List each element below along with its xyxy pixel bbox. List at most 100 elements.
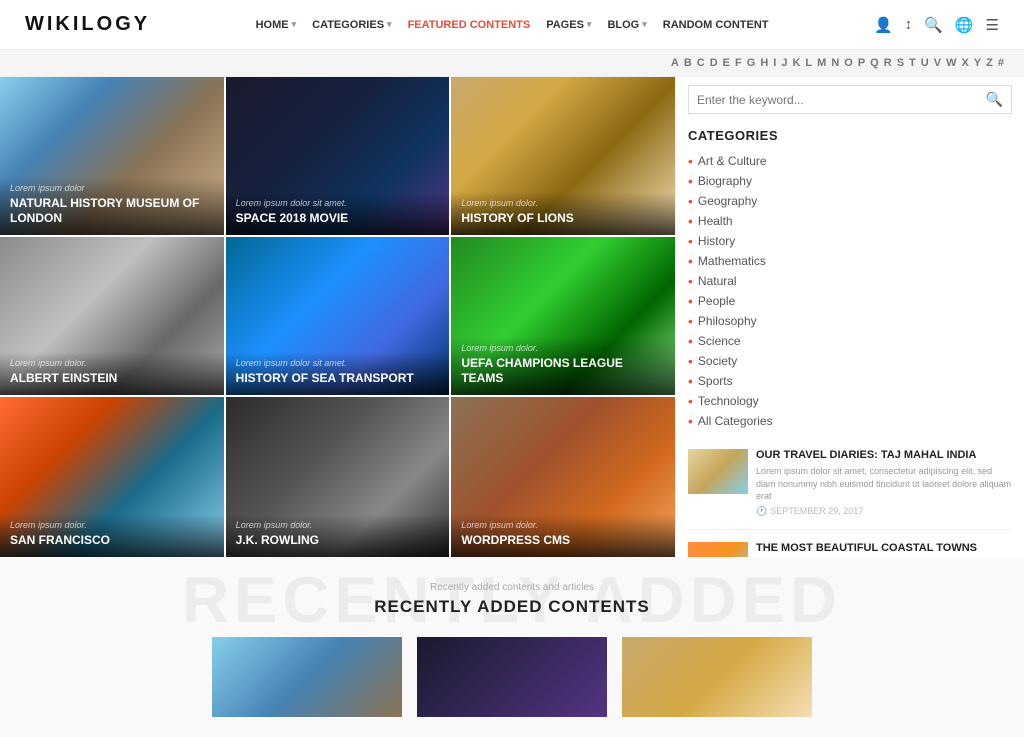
- alpha-letter-Q[interactable]: Q: [870, 57, 879, 69]
- alpha-letter-A[interactable]: A: [671, 57, 679, 69]
- category-item[interactable]: •Sports: [688, 371, 1012, 391]
- bullet: •: [688, 174, 693, 188]
- alpha-letter-#[interactable]: #: [998, 57, 1004, 69]
- menu-icon[interactable]: ☰: [986, 16, 999, 34]
- grid-caption: Lorem ipsum dolor.: [461, 198, 665, 208]
- alpha-letter-Z[interactable]: Z: [986, 57, 993, 69]
- grid-item[interactable]: Lorem ipsum dolor. SAN FRANCISCO: [0, 397, 226, 557]
- grid-title: WORDPRESS CMS: [461, 533, 665, 547]
- bullet: •: [688, 214, 693, 228]
- category-label: Health: [698, 214, 733, 228]
- alpha-letter-O[interactable]: O: [844, 57, 853, 69]
- share-icon[interactable]: ↕: [905, 16, 913, 33]
- alpha-letter-R[interactable]: R: [884, 57, 892, 69]
- grid-title: UEFA CHAMPIONS LEAGUE TEAMS: [461, 356, 665, 385]
- grid-overlay: Lorem ipsum dolor. SAN FRANCISCO: [0, 514, 224, 557]
- post-title[interactable]: OUR TRAVEL DIARIES: TAJ MAHAL INDIA: [756, 449, 1012, 462]
- main-layout: Lorem ipsum dolorNATURAL HISTORY MUSEUM …: [0, 77, 1024, 557]
- grid-caption: Lorem ipsum dolor sit amet.: [236, 358, 440, 368]
- category-item[interactable]: •Philosophy: [688, 311, 1012, 331]
- search-button[interactable]: 🔍: [986, 91, 1003, 108]
- alpha-letter-F[interactable]: F: [735, 57, 742, 69]
- nav-item-home[interactable]: HOME▾: [256, 19, 297, 31]
- category-item[interactable]: •Mathematics: [688, 251, 1012, 271]
- alpha-letter-P[interactable]: P: [858, 57, 865, 69]
- grid-item[interactable]: Lorem ipsum dolorNATURAL HISTORY MUSEUM …: [0, 77, 226, 235]
- alpha-letter-W[interactable]: W: [946, 57, 956, 69]
- nav-arrow: ▾: [642, 19, 647, 30]
- grid-row-1: Lorem ipsum dolor.ALBERT EINSTEINLorem i…: [0, 237, 675, 397]
- alpha-letter-J[interactable]: J: [781, 57, 787, 69]
- grid-caption: Lorem ipsum dolor.: [10, 358, 214, 368]
- grid-title: HISTORY OF LIONS: [461, 211, 665, 225]
- logo[interactable]: WIKILOGY: [25, 13, 150, 36]
- recent-post: OUR TRAVEL DIARIES: TAJ MAHAL INDIALorem…: [688, 449, 1012, 530]
- nav-item-blog[interactable]: BLOG▾: [607, 19, 646, 31]
- grid-item[interactable]: Lorem ipsum dolor.J.K. ROWLING: [226, 397, 452, 557]
- alpha-letter-Y[interactable]: Y: [974, 57, 981, 69]
- category-item[interactable]: •Art & Culture: [688, 151, 1012, 171]
- category-item[interactable]: •Technology: [688, 391, 1012, 411]
- globe-icon[interactable]: 🌐: [955, 16, 974, 34]
- post-title[interactable]: THE MOST BEAUTIFUL COASTAL TOWNS: [756, 542, 1012, 555]
- nav-arrow: ▾: [587, 19, 592, 30]
- category-item[interactable]: •All Categories: [688, 411, 1012, 431]
- alpha-letter-C[interactable]: C: [697, 57, 705, 69]
- alpha-letter-K[interactable]: K: [792, 57, 800, 69]
- bullet: •: [688, 194, 693, 208]
- grid-overlay: Lorem ipsum dolor sit amet.SPACE 2018 MO…: [226, 192, 450, 235]
- post-info: THE MOST BEAUTIFUL COASTAL TOWNSLorem ip…: [756, 542, 1012, 557]
- category-item[interactable]: •History: [688, 231, 1012, 251]
- nav-item-categories[interactable]: CATEGORIES▾: [312, 19, 391, 31]
- bullet: •: [688, 294, 693, 308]
- alpha-letter-V[interactable]: V: [934, 57, 941, 69]
- grid-title: SAN FRANCISCO: [10, 533, 214, 547]
- category-item[interactable]: •Society: [688, 351, 1012, 371]
- category-item[interactable]: •Biography: [688, 171, 1012, 191]
- bullet: •: [688, 254, 693, 268]
- alpha-letter-H[interactable]: H: [760, 57, 768, 69]
- grid-item[interactable]: Lorem ipsum dolor. HISTORY OF LIONS: [451, 77, 675, 235]
- category-item[interactable]: •Geography: [688, 191, 1012, 211]
- alpha-letter-G[interactable]: G: [747, 57, 756, 69]
- bottom-card[interactable]: [622, 637, 812, 717]
- alpha-letter-L[interactable]: L: [805, 57, 812, 69]
- grid-title: ALBERT EINSTEIN: [10, 371, 214, 385]
- search-input[interactable]: [697, 93, 986, 107]
- alpha-letter-M[interactable]: M: [817, 57, 826, 69]
- nav-item-pages[interactable]: PAGES▾: [546, 19, 591, 31]
- bottom-card[interactable]: [212, 637, 402, 717]
- alpha-letter-N[interactable]: N: [831, 57, 839, 69]
- content-grid: Lorem ipsum dolorNATURAL HISTORY MUSEUM …: [0, 77, 675, 557]
- bottom-card[interactable]: [417, 637, 607, 717]
- alpha-letter-S[interactable]: S: [897, 57, 904, 69]
- bullet: •: [688, 154, 693, 168]
- post-thumbnail[interactable]: [688, 542, 748, 557]
- recently-title: RECENTLY ADDED CONTENTS: [20, 597, 1004, 617]
- bottom-grid: [20, 637, 1004, 717]
- grid-caption: Lorem ipsum dolor.: [10, 520, 214, 530]
- alpha-letter-B[interactable]: B: [684, 57, 692, 69]
- search-icon[interactable]: 🔍: [924, 16, 943, 34]
- grid-item[interactable]: Lorem ipsum dolor. ALBERT EINSTEIN: [0, 237, 226, 395]
- grid-item[interactable]: Lorem ipsum dolor sit amet.SPACE 2018 MO…: [226, 77, 452, 235]
- alpha-letter-T[interactable]: T: [909, 57, 916, 69]
- category-item[interactable]: • Health: [688, 211, 1012, 231]
- alpha-letter-X[interactable]: X: [961, 57, 968, 69]
- category-item[interactable]: •Science: [688, 331, 1012, 351]
- grid-item[interactable]: Lorem ipsum dolor.WORDPRESS CMS: [451, 397, 675, 557]
- alpha-letter-D[interactable]: D: [710, 57, 718, 69]
- alpha-letter-U[interactable]: U: [921, 57, 929, 69]
- alpha-letter-E[interactable]: E: [723, 57, 730, 69]
- nav-item-featured-contents[interactable]: FEATURED CONTENTS: [408, 19, 531, 31]
- nav-item-random-content[interactable]: RANDOM CONTENT: [663, 19, 769, 31]
- post-thumbnail[interactable]: [688, 449, 748, 494]
- category-item[interactable]: •People: [688, 291, 1012, 311]
- user-icon[interactable]: 👤: [874, 16, 893, 34]
- alpha-letter-I[interactable]: I: [773, 57, 776, 69]
- category-label: Science: [698, 334, 741, 348]
- bullet: •: [688, 354, 693, 368]
- category-item[interactable]: •Natural: [688, 271, 1012, 291]
- grid-item[interactable]: Lorem ipsum dolor sit amet.HISTORY OF SE…: [226, 237, 452, 395]
- grid-item[interactable]: Lorem ipsum dolor.UEFA CHAMPIONS LEAGUE …: [451, 237, 675, 395]
